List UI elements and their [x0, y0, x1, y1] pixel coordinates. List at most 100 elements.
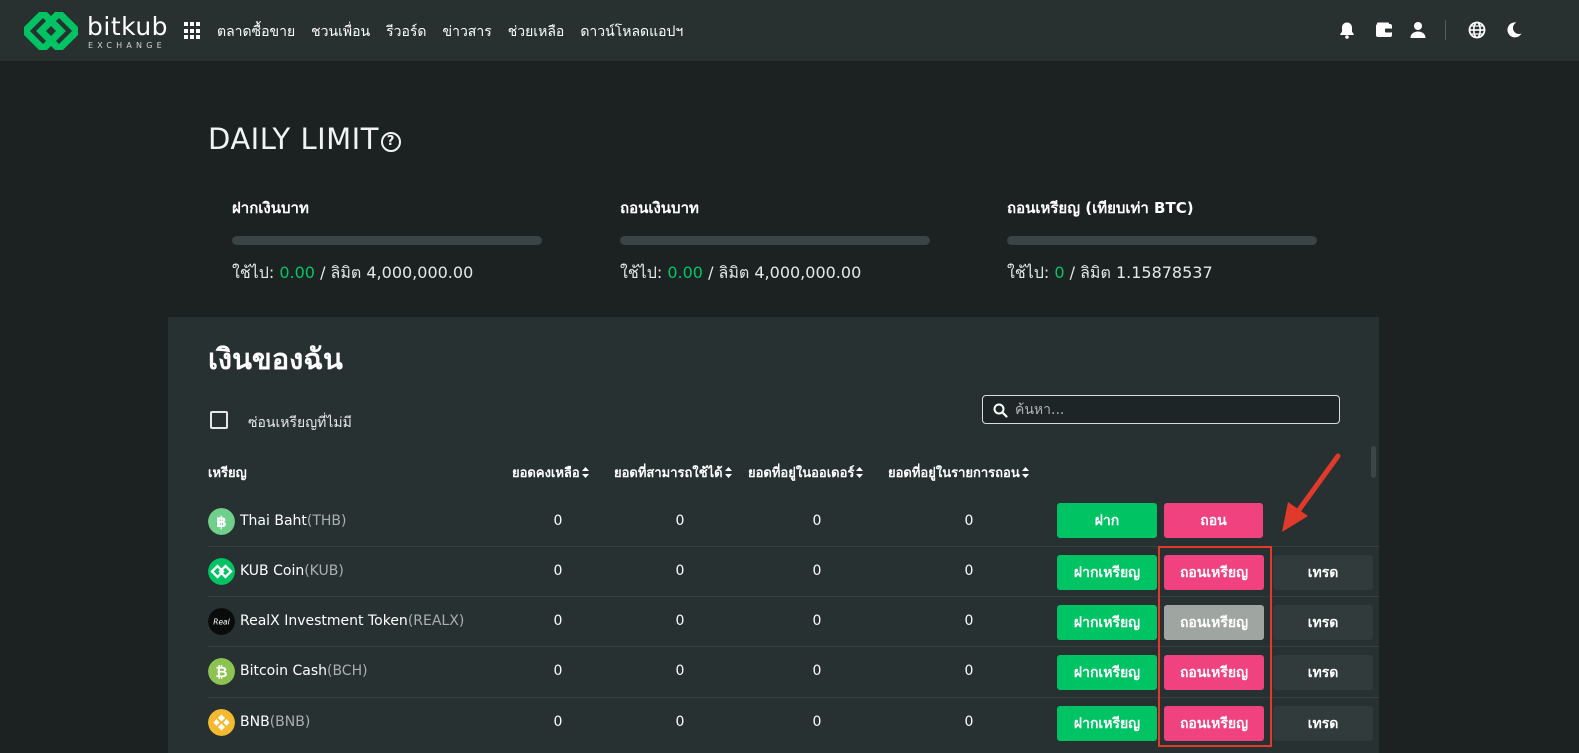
col-in-orders[interactable]: ยอดที่อยู่ในออเดอร์	[748, 462, 864, 483]
deposit-coin-button[interactable]: ฝากเหรียญ	[1057, 655, 1157, 690]
limit-label: ฝากเงินบาท	[232, 199, 309, 217]
in-withdrawals-cell: 0	[964, 563, 974, 579]
sort-icon	[724, 467, 732, 478]
limit-used: 0.00	[667, 263, 703, 282]
limit-used: 0.00	[279, 263, 315, 282]
in-withdrawals-cell: 0	[964, 714, 974, 730]
search-input[interactable]	[1015, 399, 1325, 420]
limit-thb-withdraw: ถอนเงินบาท ใช้ไป: 0.00 / ลิมิต 4,000,000…	[620, 196, 930, 286]
coin-symbol: (REALX)	[407, 613, 465, 629]
limit-label: ถอนเงินบาท	[620, 199, 699, 217]
nav-help[interactable]: ช่วยเหลือ	[508, 21, 565, 43]
available-cell: 0	[675, 513, 685, 529]
limit-progress-bar	[232, 236, 542, 245]
available-cell: 0	[675, 663, 685, 679]
coin-symbol: (BNB)	[269, 714, 311, 730]
in-orders-cell: 0	[812, 563, 822, 579]
col-balance[interactable]: ยอดคงเหลือ	[512, 462, 589, 483]
wallet-icon[interactable]	[1375, 21, 1393, 39]
deposit-coin-button[interactable]: ฝากเหรียญ	[1057, 605, 1157, 640]
limit-progress-bar	[620, 236, 930, 245]
user-icon[interactable]	[1409, 21, 1427, 39]
coin-name: Thai Baht(THB)	[240, 513, 347, 529]
coin-name: RealX Investment Token(REALX)	[240, 613, 464, 629]
trade-button[interactable]: เทรด	[1273, 655, 1373, 690]
svg-text:฿: ฿	[216, 513, 226, 531]
daily-limit-title-text: DAILY LIMIT	[208, 122, 379, 156]
globe-icon[interactable]	[1468, 21, 1486, 39]
nav-markets[interactable]: ตลาดซื้อขาย	[217, 21, 295, 43]
nav-rewards[interactable]: รีวอร์ด	[386, 21, 426, 43]
in-withdrawals-cell: 0	[964, 663, 974, 679]
limit-max: / ลิมิต 1.15878537	[1064, 263, 1213, 282]
limit-coin-withdraw: ถอนเหรียญ (เทียบเท่า BTC) ใช้ไป: 0 / ลิม…	[1007, 196, 1317, 286]
trade-button[interactable]: เทรด	[1273, 605, 1373, 640]
sort-icon	[581, 467, 589, 478]
coin-name: BNB(BNB)	[240, 714, 310, 730]
nav-news[interactable]: ข่าวสาร	[443, 21, 492, 43]
wallet-title: เงินของฉัน	[208, 342, 343, 376]
coin-name-text: RealX Investment Token	[240, 613, 408, 629]
withdraw-thb-button[interactable]: ถอน	[1164, 503, 1263, 538]
bch-coin-icon: ₿	[208, 658, 235, 685]
daily-limit-title: DAILY LIMIT?	[208, 122, 401, 156]
deposit-coin-button[interactable]: ฝากเหรียญ	[1057, 706, 1157, 741]
col-in-withdrawals[interactable]: ยอดที่อยู่ในรายการถอน	[888, 462, 1029, 483]
scrollbar-thumb[interactable]	[1371, 446, 1376, 478]
withdraw-column-highlight	[1158, 546, 1272, 747]
limit-value: ใช้ไป: 0.00 / ลิมิต 4,000,000.00	[620, 261, 930, 286]
realx-coin-icon: Real	[208, 608, 235, 635]
deposit-coin-button[interactable]: ฝากเหรียญ	[1057, 555, 1157, 590]
available-cell: 0	[675, 613, 685, 629]
limit-label: ถอนเหรียญ (เทียบเท่า BTC)	[1007, 199, 1194, 217]
help-icon[interactable]: ?	[380, 132, 401, 152]
coin-name-text: Thai Baht	[240, 513, 307, 529]
sort-icon	[856, 467, 864, 478]
in-orders-cell: 0	[812, 613, 822, 629]
in-withdrawals-cell: 0	[964, 513, 974, 529]
col-in-withdrawals-label: ยอดที่อยู่ในรายการถอน	[888, 466, 1020, 481]
balance-cell: 0	[553, 613, 563, 629]
limit-used-prefix: ใช้ไป:	[620, 263, 668, 282]
in-withdrawals-cell: 0	[964, 613, 974, 629]
deposit-thb-button[interactable]: ฝาก	[1057, 503, 1157, 538]
coin-symbol: (BCH)	[326, 663, 368, 679]
limit-used-prefix: ใช้ไป:	[1007, 263, 1055, 282]
nav-referral[interactable]: ชวนเพื่อน	[311, 21, 370, 43]
col-available[interactable]: ยอดที่สามารถใช้ได้	[614, 462, 732, 483]
main-nav: ตลาดซื้อขาย ชวนเพื่อน รีวอร์ด ข่าวสาร ช่…	[217, 21, 699, 43]
nav-download-app[interactable]: ดาวน์โหลดแอปฯ	[580, 21, 683, 43]
sort-icon	[1021, 467, 1029, 478]
coin-name-text: Bitcoin Cash	[240, 663, 327, 679]
bell-icon[interactable]	[1338, 21, 1356, 39]
bitkub-logo-mark	[24, 12, 78, 50]
kub-coin-icon	[208, 558, 235, 585]
table-row: ฿ Thai Baht(THB) 0 0 0 0 ฝาก ถอน	[168, 496, 1379, 546]
balance-cell: 0	[553, 513, 563, 529]
dark-mode-moon-icon[interactable]	[1505, 21, 1523, 39]
balance-cell: 0	[553, 714, 563, 730]
search-box	[982, 395, 1340, 424]
coin-name: Bitcoin Cash(BCH)	[240, 663, 368, 679]
limit-used: 0	[1054, 263, 1065, 282]
trade-button[interactable]: เทรด	[1273, 555, 1373, 590]
coin-name: KUB Coin(KUB)	[240, 563, 344, 579]
navbar-divider	[1445, 20, 1446, 40]
col-balance-label: ยอดคงเหลือ	[512, 466, 580, 481]
trade-button[interactable]: เทรด	[1273, 706, 1373, 741]
hide-zero-checkbox[interactable]	[210, 411, 228, 429]
in-orders-cell: 0	[812, 513, 822, 529]
hide-zero-label: ซ่อนเหรียญที่ไม่มี	[248, 415, 352, 431]
coin-symbol: (KUB)	[304, 563, 344, 579]
limit-max: / ลิมิต 4,000,000.00	[314, 263, 474, 282]
brand-sub: EXCHANGE	[88, 41, 166, 50]
coin-name-text: BNB	[240, 714, 270, 730]
limit-value: ใช้ไป: 0.00 / ลิมิต 4,000,000.00	[232, 261, 542, 286]
balance-cell: 0	[553, 563, 563, 579]
apps-grid-icon[interactable]	[184, 22, 202, 40]
bnb-coin-icon	[208, 709, 235, 736]
bitkub-logo[interactable]: bitkub EXCHANGE	[24, 12, 174, 50]
top-navbar: bitkub EXCHANGE ตลาดซื้อขาย ชวนเพื่อน รี…	[0, 0, 1579, 61]
available-cell: 0	[675, 714, 685, 730]
svg-text:₿: ₿	[215, 663, 227, 681]
